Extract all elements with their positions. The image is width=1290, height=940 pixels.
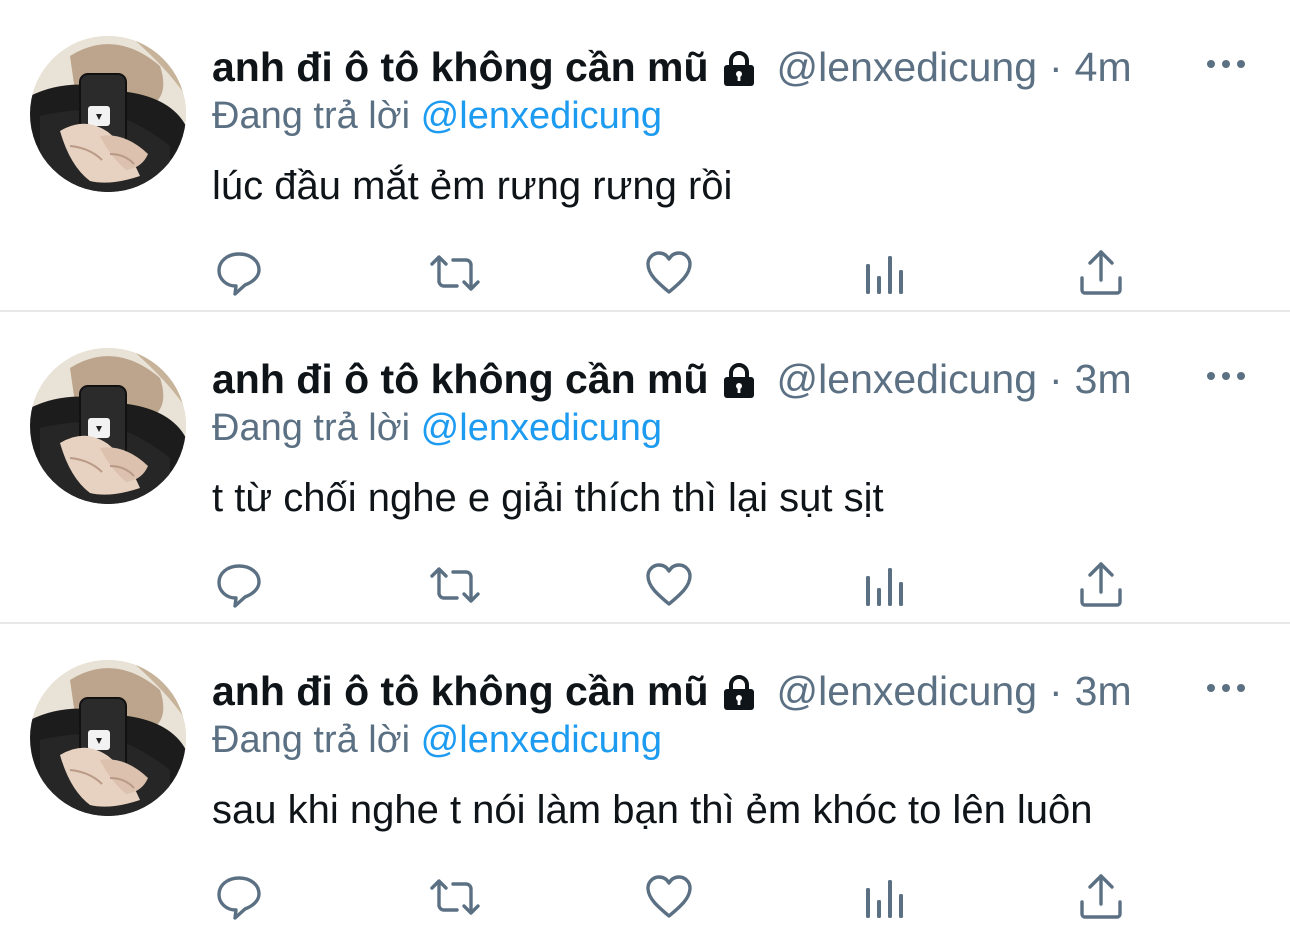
tweet-actions — [0, 560, 1290, 610]
more-dots-icon[interactable] — [1206, 680, 1246, 696]
analytics-bars-icon[interactable] — [860, 248, 910, 298]
separator-dot: · — [1049, 44, 1063, 90]
avatar[interactable] — [30, 660, 186, 816]
heart-icon[interactable] — [644, 560, 694, 610]
lock-icon — [719, 47, 759, 87]
more-dots-icon[interactable] — [1206, 368, 1246, 384]
author-name[interactable]: anh đi ô tô không cần mũ — [212, 352, 709, 406]
tweet-header: anh đi ô tô không cần mũ @lenxedicung · … — [212, 352, 1132, 406]
replying-to: Đang trả lời @lenxedicung — [212, 404, 662, 452]
avatar-image — [30, 36, 186, 192]
reply-mention-link[interactable]: @lenxedicung — [421, 719, 662, 761]
replying-to-label: Đang trả lời — [212, 95, 411, 137]
replying-to-label: Đang trả lời — [212, 407, 411, 449]
share-upload-icon[interactable] — [1076, 560, 1126, 610]
more-dots-icon[interactable] — [1206, 56, 1246, 72]
avatar-image — [30, 660, 186, 816]
author-handle[interactable]: @lenxedicung — [777, 40, 1037, 94]
reply-bubble-icon[interactable] — [214, 248, 264, 298]
avatar[interactable] — [30, 348, 186, 504]
replying-to: Đang trả lời @lenxedicung — [212, 716, 662, 764]
author-handle[interactable]: @lenxedicung — [777, 352, 1037, 406]
tweet[interactable]: anh đi ô tô không cần mũ @lenxedicung · … — [0, 0, 1290, 312]
timestamp[interactable]: 3m — [1075, 664, 1132, 718]
tweet-actions — [0, 872, 1290, 922]
tweet-header: anh đi ô tô không cần mũ @lenxedicung · … — [212, 664, 1132, 718]
timestamp[interactable]: 3m — [1075, 352, 1132, 406]
reply-mention-link[interactable]: @lenxedicung — [421, 95, 662, 137]
author-handle[interactable]: @lenxedicung — [777, 664, 1037, 718]
tweet-text: sau khi nghe t nói làm bạn thì ẻm khóc t… — [212, 788, 1093, 832]
retweet-icon[interactable] — [428, 560, 480, 610]
avatar-image — [30, 348, 186, 504]
heart-icon[interactable] — [644, 872, 694, 922]
avatar[interactable] — [30, 36, 186, 192]
tweet-thread: anh đi ô tô không cần mũ @lenxedicung · … — [0, 0, 1290, 940]
heart-icon[interactable] — [644, 248, 694, 298]
separator-dot: · — [1049, 668, 1063, 714]
tweet-text: t từ chối nghe e giải thích thì lại sụt … — [212, 476, 884, 520]
reply-bubble-icon[interactable] — [214, 872, 264, 922]
author-name[interactable]: anh đi ô tô không cần mũ — [212, 664, 709, 718]
separator-dot: · — [1049, 356, 1063, 402]
author-name[interactable]: anh đi ô tô không cần mũ — [212, 40, 709, 94]
retweet-icon[interactable] — [428, 872, 480, 922]
retweet-icon[interactable] — [428, 248, 480, 298]
lock-icon — [719, 671, 759, 711]
reply-bubble-icon[interactable] — [214, 560, 264, 610]
tweet-actions — [0, 248, 1290, 298]
replying-to-label: Đang trả lời — [212, 719, 411, 761]
share-upload-icon[interactable] — [1076, 872, 1126, 922]
analytics-bars-icon[interactable] — [860, 560, 910, 610]
tweet[interactable]: anh đi ô tô không cần mũ @lenxedicung · … — [0, 624, 1290, 936]
tweet-text: lúc đầu mắt ẻm rưng rưng rồi — [212, 164, 733, 208]
analytics-bars-icon[interactable] — [860, 872, 910, 922]
tweet-header: anh đi ô tô không cần mũ @lenxedicung · … — [212, 40, 1132, 94]
timestamp[interactable]: 4m — [1075, 40, 1132, 94]
share-upload-icon[interactable] — [1076, 248, 1126, 298]
tweet[interactable]: anh đi ô tô không cần mũ @lenxedicung · … — [0, 312, 1290, 624]
lock-icon — [719, 359, 759, 399]
replying-to: Đang trả lời @lenxedicung — [212, 92, 662, 140]
reply-mention-link[interactable]: @lenxedicung — [421, 407, 662, 449]
